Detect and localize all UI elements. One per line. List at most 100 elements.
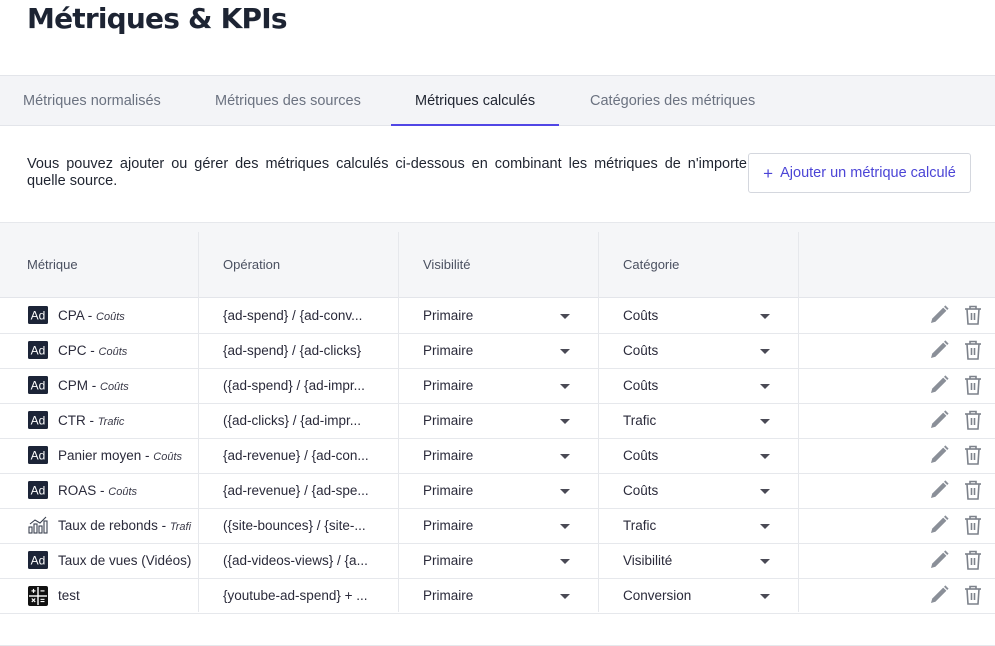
metric-cell: CTR - Trafic xyxy=(58,403,198,438)
category-select[interactable]: Coûts xyxy=(623,333,753,368)
header-visibility: Visibilité xyxy=(423,257,471,272)
metric-separator: - xyxy=(86,343,99,358)
chevron-down-icon[interactable] xyxy=(760,349,770,354)
chevron-down-icon[interactable] xyxy=(560,454,570,459)
column-divider xyxy=(598,232,599,612)
header-category: Catégorie xyxy=(623,257,680,272)
visibility-select[interactable]: Primaire xyxy=(423,578,553,613)
metric-cell: test xyxy=(58,578,198,613)
chevron-down-icon[interactable] xyxy=(560,524,570,529)
pencil-icon[interactable] xyxy=(928,479,950,501)
table-row: Taux de rebonds - Trafi ({site-bounces} /… xyxy=(0,508,995,544)
trash-icon[interactable] xyxy=(963,584,985,606)
category-select[interactable]: Coûts xyxy=(623,298,753,333)
visibility-select[interactable]: Primaire xyxy=(423,438,553,473)
ad-icon-text: Ad xyxy=(31,414,46,428)
operation-cell: {youtube-ad-spend} + ... xyxy=(223,588,368,603)
chevron-down-icon[interactable] xyxy=(560,559,570,564)
metric-category-tag: Trafic xyxy=(97,416,125,428)
visibility-select[interactable]: Primaire xyxy=(423,333,553,368)
ad-icon-text: Ad xyxy=(31,449,46,463)
visibility-select[interactable]: Primaire xyxy=(423,508,553,543)
tab-bar: Métriques normalisés Métriques des sourc… xyxy=(0,75,995,126)
pencil-icon[interactable] xyxy=(928,374,950,396)
ad-icon: Ad xyxy=(28,411,48,429)
operation-cell: ({ad-spend} / {ad-impr... xyxy=(223,378,365,393)
visibility-select[interactable]: Primaire xyxy=(423,298,553,333)
trash-icon[interactable] xyxy=(963,409,985,431)
category-select[interactable]: Coûts xyxy=(623,368,753,403)
pencil-icon[interactable] xyxy=(928,339,950,361)
pencil-icon[interactable] xyxy=(928,549,950,571)
pencil-icon[interactable] xyxy=(928,514,950,536)
visibility-select[interactable]: Primaire xyxy=(423,473,553,508)
ad-icon-text: Ad xyxy=(31,344,46,358)
operation-cell: ({site-bounces} / {site-... xyxy=(223,518,366,533)
add-calculated-metric-button[interactable]: + Ajouter un métrique calculé xyxy=(748,153,971,193)
trash-icon[interactable] xyxy=(963,339,985,361)
metric-category-tag: Coûts xyxy=(108,486,138,498)
chevron-down-icon[interactable] xyxy=(560,384,570,389)
category-select[interactable]: Visibilité xyxy=(623,543,753,578)
chevron-down-icon[interactable] xyxy=(560,489,570,494)
chevron-down-icon[interactable] xyxy=(760,594,770,599)
chevron-down-icon[interactable] xyxy=(760,384,770,389)
category-select[interactable]: Trafic xyxy=(623,403,753,438)
chevron-down-icon[interactable] xyxy=(760,489,770,494)
metric-cell: CPM - Coûts xyxy=(58,368,198,403)
chevron-down-icon[interactable] xyxy=(560,349,570,354)
metric-cell: Panier moyen - Coûts xyxy=(58,438,198,473)
add-button-label: Ajouter un métrique calculé xyxy=(780,165,956,181)
tab-metriques-normalises[interactable]: Métriques normalisés xyxy=(23,76,161,125)
metric-cell: Taux de rebonds - Trafi xyxy=(58,508,198,543)
visibility-select[interactable]: Primaire xyxy=(423,543,553,578)
trash-icon[interactable] xyxy=(963,374,985,396)
pencil-icon[interactable] xyxy=(928,304,950,326)
ad-icon-text: Ad xyxy=(31,309,46,323)
tab-metriques-des-sources[interactable]: Métriques des sources xyxy=(215,76,361,125)
chevron-down-icon[interactable] xyxy=(760,454,770,459)
visibility-select[interactable]: Primaire xyxy=(423,403,553,438)
column-divider xyxy=(198,232,199,612)
chevron-down-icon[interactable] xyxy=(760,524,770,529)
metric-category-tag: Coûts xyxy=(96,311,125,323)
metric-separator: - xyxy=(85,413,98,428)
header-metric: Métrique xyxy=(27,257,78,272)
category-select[interactable]: Trafic xyxy=(623,508,753,543)
trash-icon[interactable] xyxy=(963,514,985,536)
table-row: test {youtube-ad-spend} + ... Primaire Conv… xyxy=(0,578,995,614)
pencil-icon[interactable] xyxy=(928,584,950,606)
trash-icon[interactable] xyxy=(963,304,985,326)
chevron-down-icon[interactable] xyxy=(760,559,770,564)
ad-icon: Ad xyxy=(28,376,48,394)
metric-name: CPM xyxy=(58,378,88,393)
chevron-down-icon[interactable] xyxy=(560,314,570,319)
table-row: Ad CTR - Trafic ({ad-clicks} / {ad-impr...… xyxy=(0,403,995,439)
column-divider xyxy=(798,232,799,612)
metric-name: CPC xyxy=(58,343,87,358)
chevron-down-icon[interactable] xyxy=(560,419,570,424)
tab-categories-des-metriques[interactable]: Catégories des métriques xyxy=(590,76,755,125)
chevron-down-icon[interactable] xyxy=(560,594,570,599)
tab-metriques-calcules[interactable]: Métriques calculés xyxy=(390,76,560,126)
trash-icon[interactable] xyxy=(963,444,985,466)
chevron-down-icon[interactable] xyxy=(760,419,770,424)
calculator-icon xyxy=(28,586,48,606)
ad-icon: Ad xyxy=(28,551,48,569)
column-divider xyxy=(398,232,399,612)
metric-name: CPA xyxy=(58,308,85,323)
trash-icon[interactable] xyxy=(963,549,985,571)
category-select[interactable]: Coûts xyxy=(623,473,753,508)
operation-cell: {ad-revenue} / {ad-con... xyxy=(223,448,369,463)
category-select[interactable]: Coûts xyxy=(623,438,753,473)
metric-name: test xyxy=(58,588,80,603)
metric-category-tag: Coûts xyxy=(98,346,128,358)
pencil-icon[interactable] xyxy=(928,444,950,466)
metric-cell: ROAS - Coûts xyxy=(58,473,198,508)
pencil-icon[interactable] xyxy=(928,409,950,431)
category-select[interactable]: Conversion xyxy=(623,578,753,613)
chevron-down-icon[interactable] xyxy=(760,314,770,319)
visibility-select[interactable]: Primaire xyxy=(423,368,553,403)
table-row: Ad CPC - Coûts {ad-spend} / {ad-clicks} Pri… xyxy=(0,333,995,369)
trash-icon[interactable] xyxy=(963,479,985,501)
